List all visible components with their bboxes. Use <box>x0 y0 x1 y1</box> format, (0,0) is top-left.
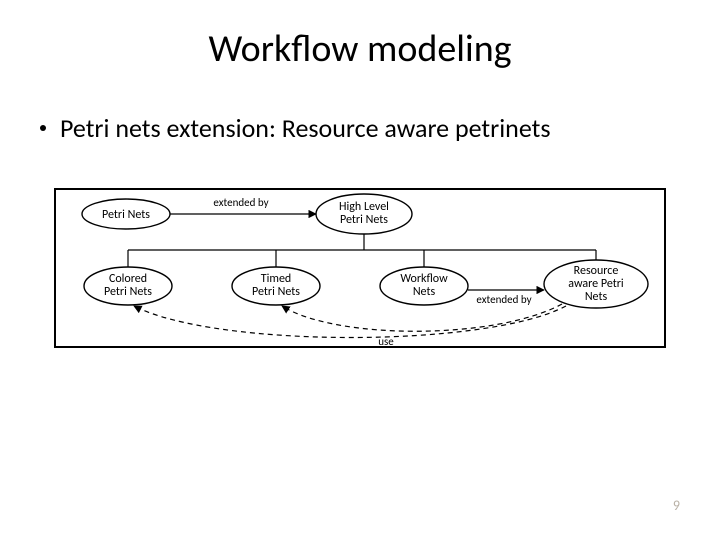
bullet-item: Petri nets extension: Resource aware pet… <box>40 112 551 144</box>
slide: Workflow modeling Petri nets extension: … <box>0 0 720 540</box>
diagram-frame: Petri Nets extended by High Level Petri … <box>54 188 666 348</box>
bullet-dot-icon <box>40 125 46 131</box>
node-workflow-label-1: Workflow <box>400 272 448 286</box>
edge-use-to-timed <box>282 304 562 331</box>
bullet-text: Petri nets extension: Resource aware pet… <box>60 112 551 144</box>
page-number: 9 <box>673 497 680 514</box>
node-high-level-label-1: High Level <box>339 200 389 214</box>
node-colored-label-2: Petri Nets <box>104 285 152 299</box>
node-high-level-label-2: Petri Nets <box>340 213 388 227</box>
node-timed-label-2: Petri Nets <box>252 285 300 299</box>
node-resource-label-2: aware Petri <box>568 277 624 291</box>
edge-label-use: use <box>378 335 394 348</box>
node-colored-label-1: Colored <box>109 272 147 286</box>
node-resource-label-1: Resource <box>574 264 619 278</box>
edge-label-extended-2: extended by <box>476 293 531 306</box>
edge-use-to-colored <box>134 306 566 338</box>
node-resource-label-3: Nets <box>585 290 608 304</box>
node-petri-nets-label: Petri Nets <box>102 208 150 222</box>
edge-label-extended-1: extended by <box>213 196 268 209</box>
diagram-svg: Petri Nets extended by High Level Petri … <box>56 190 668 350</box>
slide-title: Workflow modeling <box>0 26 720 72</box>
node-timed-label-1: Timed <box>261 272 291 286</box>
node-workflow-label-2: Nets <box>413 285 436 299</box>
